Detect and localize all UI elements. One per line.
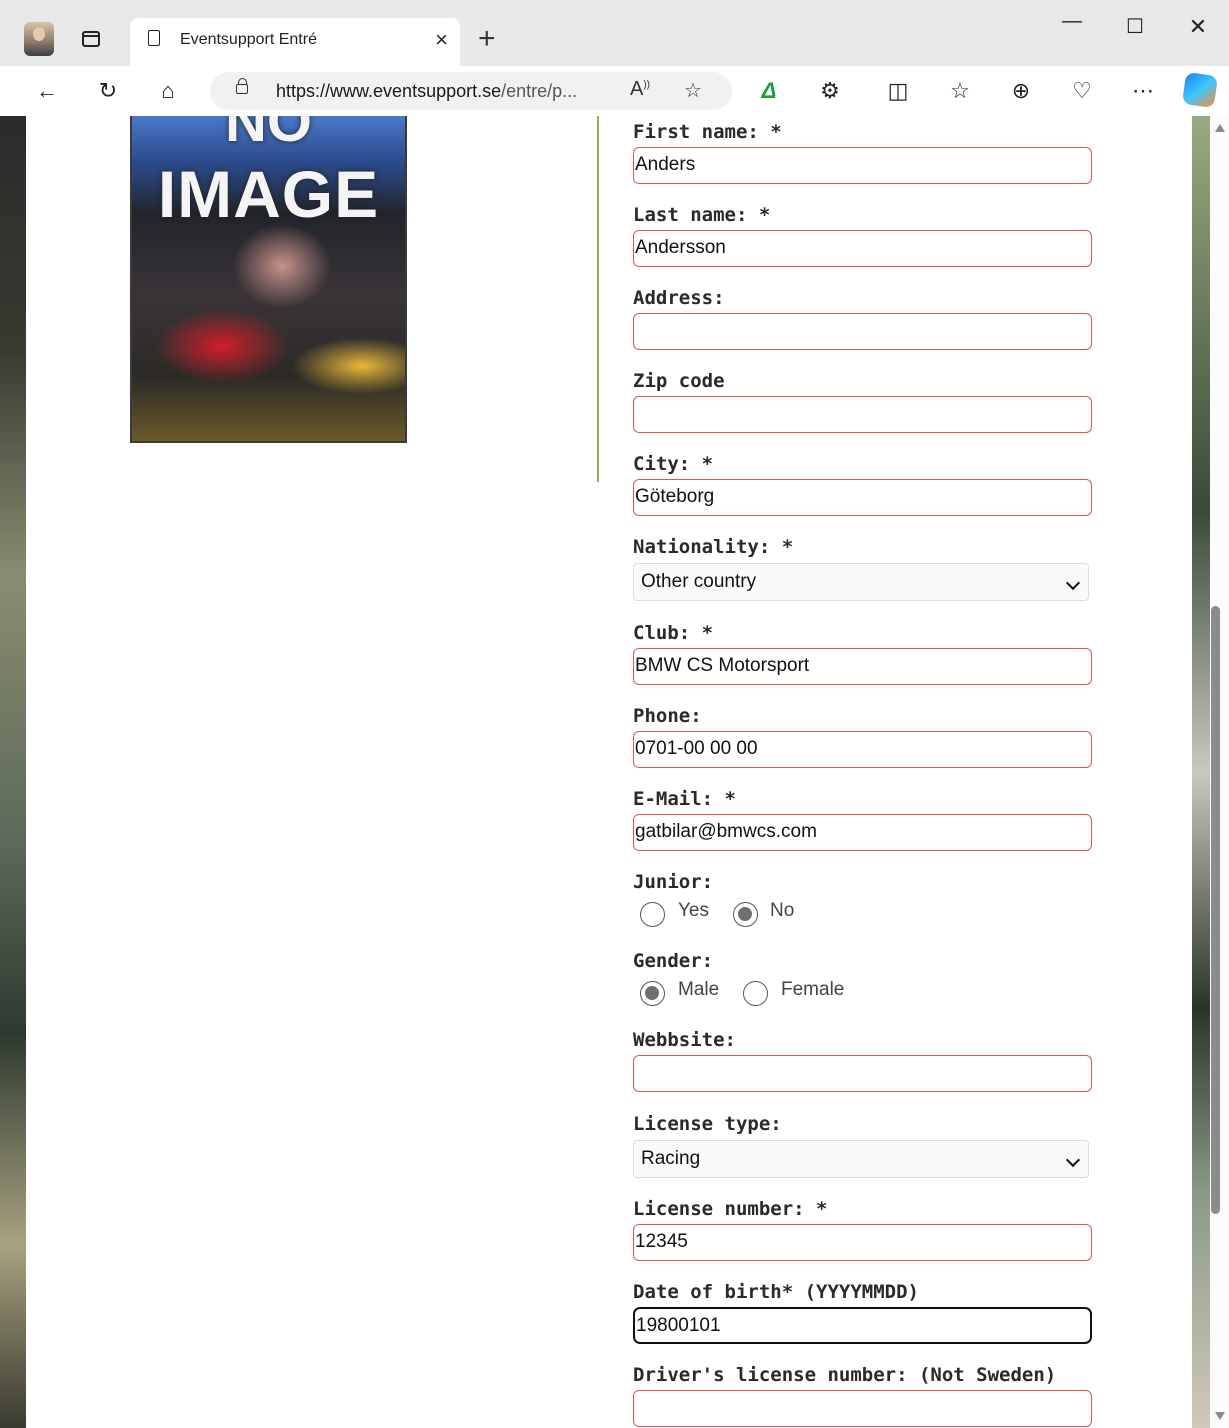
phone-label: Phone: [633,705,702,727]
favorite-star-icon[interactable]: ☆ [684,78,702,103]
browser-toolbar: ← ↻ ⌂ https://www.eventsupport.se/entre/… [0,66,1229,116]
license-number-field[interactable]: 12345 [633,1224,1092,1261]
first-name-field[interactable]: Anders [633,147,1092,184]
grammar-extension-icon[interactable]: Δ [752,74,786,108]
tab-actions-icon[interactable] [82,31,100,47]
nationality-label: Nationality: * [633,536,794,558]
nationality-select[interactable]: Other country [633,563,1089,601]
junior-yes-radio[interactable] [640,902,665,927]
zip-label: Zip code [633,370,725,392]
nationality-selected: Other country [641,571,757,592]
page-scrollbar[interactable] [1210,116,1229,1428]
license-type-label: License type: [633,1113,782,1135]
scroll-up-icon[interactable] [1215,124,1225,132]
junior-label: Junior: [633,871,714,893]
read-aloud-icon[interactable]: A)) [630,78,650,101]
page-viewport: NO IMAGE First name: * Anders Last name:… [0,116,1229,1428]
close-window-icon[interactable]: ✕ [1178,14,1218,40]
last-name-field[interactable]: Andersson [633,230,1092,267]
no-image-text-line1: NO [225,116,312,154]
email-label: E-Mail: * [633,788,736,810]
no-image-placeholder: NO IMAGE [130,116,407,443]
address-bar[interactable]: https://www.eventsupport.se/entre/p... A… [210,72,732,110]
gender-female-label[interactable]: Female [781,979,844,1001]
column-divider [597,116,599,482]
junior-yes-label[interactable]: Yes [678,900,709,922]
gender-male-radio[interactable] [640,981,665,1006]
license-number-label: License number: * [633,1198,828,1220]
refresh-icon[interactable]: ↻ [91,74,125,108]
url-text: https://www.eventsupport.se/entre/p... [276,81,578,101]
new-tab-icon[interactable]: + [478,22,496,56]
split-screen-icon[interactable]: ◫ [881,74,915,108]
club-field[interactable]: BMW CS Motorsport [633,648,1092,685]
tab-close-icon[interactable]: × [435,27,448,53]
dob-field[interactable]: 19800101 [633,1307,1092,1344]
gender-female-radio[interactable] [743,981,768,1006]
no-image-text-line2: IMAGE [157,157,380,231]
background-photo-left [0,116,26,1428]
license-type-select[interactable]: Racing [633,1140,1089,1178]
junior-no-radio[interactable] [733,902,758,927]
minimize-icon[interactable]: — [1052,10,1092,33]
website-label: Webbsite: [633,1029,736,1051]
junior-no-label[interactable]: No [770,900,794,922]
city-field[interactable]: Göteborg [633,479,1092,516]
drivers-license-field[interactable] [633,1390,1092,1427]
email-field[interactable]: gatbilar@bmwcs.com [633,814,1092,851]
chevron-down-icon [1065,1152,1081,1168]
profile-avatar[interactable] [24,22,54,56]
chevron-down-icon [1065,575,1081,591]
maximize-icon[interactable]: ☐ [1115,14,1155,39]
more-icon[interactable]: ⋯ [1126,74,1160,108]
home-icon[interactable]: ⌂ [151,74,185,108]
tab-title: Eventsupport Entré [180,31,317,48]
address-label: Address: [633,287,725,309]
browser-essentials-icon[interactable]: ♡ [1065,74,1099,108]
copilot-icon[interactable] [1181,71,1219,109]
license-type-selected: Racing [641,1148,701,1169]
address-field[interactable] [633,313,1092,350]
browser-tab[interactable]: Eventsupport Entré × [130,18,460,66]
city-label: City: * [633,453,714,475]
back-icon[interactable]: ← [30,74,64,108]
club-label: Club: * [633,622,714,644]
extensions-icon[interactable]: ⚙ [813,74,847,108]
browser-titlebar: Eventsupport Entré × + — ☐ ✕ [0,0,1229,66]
favorites-icon[interactable]: ☆ [943,74,977,108]
lock-icon[interactable] [236,78,248,94]
drivers-license-label: Driver's license number: (Not Sweden) [633,1364,1057,1386]
background-photo-right [1192,116,1210,1428]
page-icon [148,30,160,46]
phone-field[interactable]: 0701-00 00 00 [633,731,1092,768]
gender-male-label[interactable]: Male [678,979,719,1001]
scroll-down-icon[interactable] [1215,1412,1225,1420]
website-field[interactable] [633,1055,1092,1092]
zip-field[interactable] [633,396,1092,433]
first-name-label: First name: * [633,121,782,143]
gender-label: Gender: [633,950,714,972]
collections-icon[interactable]: ⊕ [1004,74,1038,108]
scroll-thumb[interactable] [1211,606,1220,1214]
dob-label: Date of birth* (YYYYMMDD) [633,1281,919,1303]
last-name-label: Last name: * [633,204,771,226]
